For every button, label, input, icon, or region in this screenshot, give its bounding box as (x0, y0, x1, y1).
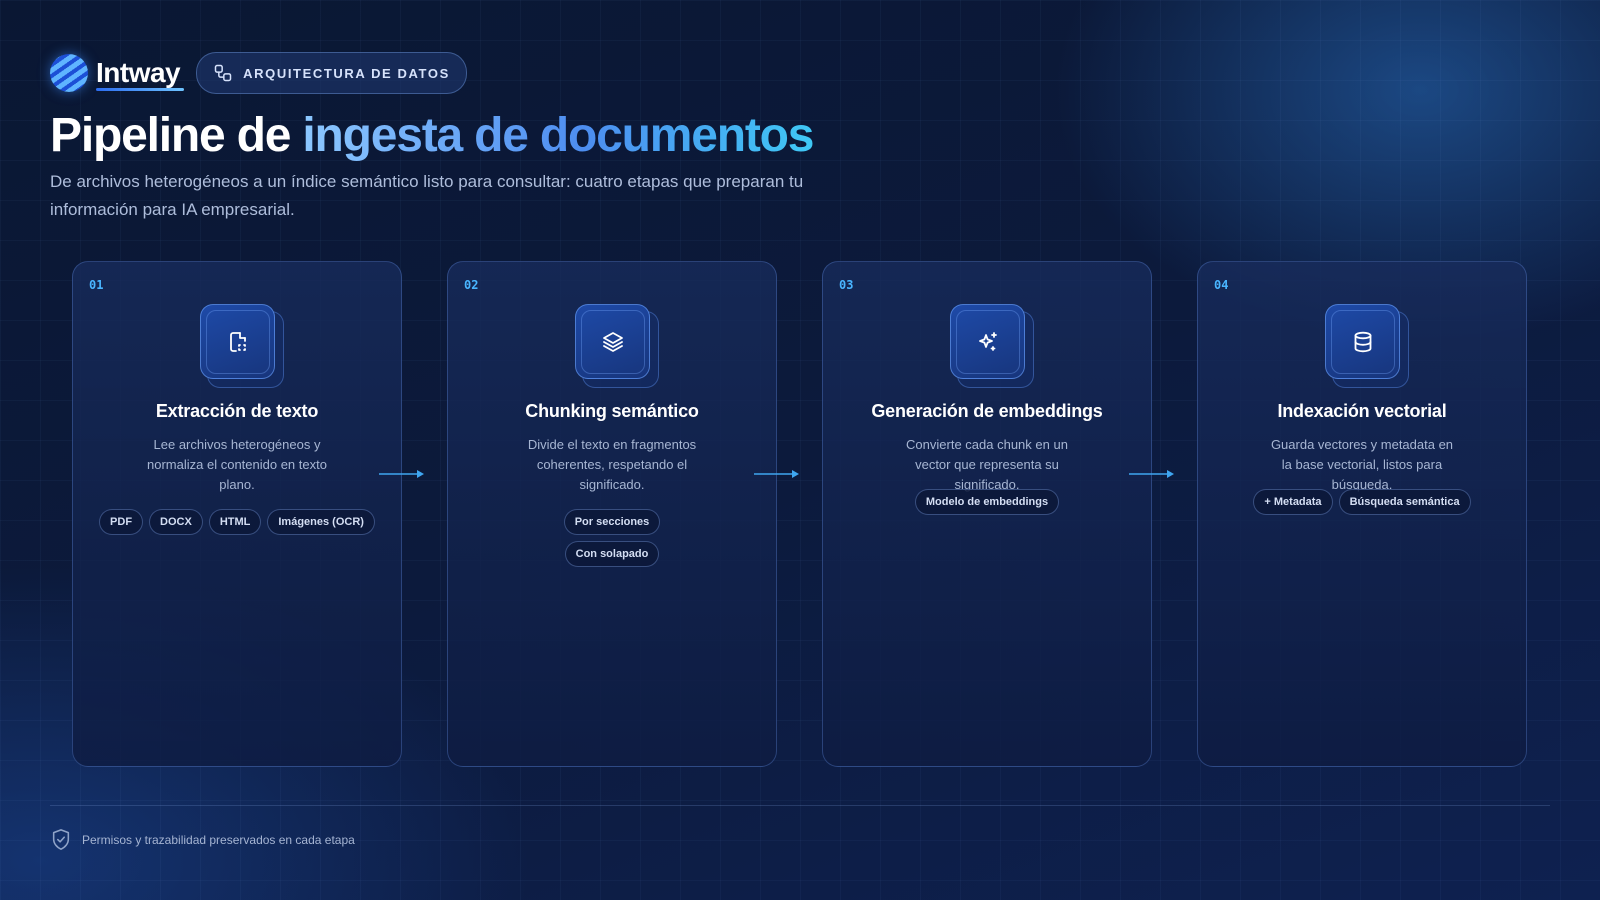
tag-chip: + Metadata (1253, 489, 1333, 515)
database-icon (1354, 331, 1371, 352)
workflow-icon (214, 64, 232, 82)
file-scan-icon (229, 331, 246, 352)
section-badge: ARQUITECTURA DE DATOS (196, 52, 467, 94)
step-card-indexacion: 04 Indexación vectorial Guarda vectores … (1197, 261, 1527, 767)
step-tags: + Metadata Búsqueda semántica (1212, 489, 1512, 515)
title-accent: ingesta de documentos (302, 109, 814, 162)
step-number: 02 (464, 278, 479, 292)
tag-chip: Búsqueda semántica (1338, 489, 1471, 515)
step-title: Extracción de texto (155, 401, 319, 421)
step-description: Lee archivos heterogéneos y normaliza el… (147, 437, 327, 492)
step-tags: Modelo de embeddings (837, 489, 1137, 515)
step-description: Guarda vectores y metadata en la base ve… (1270, 437, 1454, 492)
brand-logo[interactable]: Intway (50, 54, 185, 92)
tag-chip: Con solapado (564, 541, 660, 567)
arrow-right-icon (754, 470, 799, 478)
step-description: Convierte cada chunk en un vector que re… (906, 437, 1068, 492)
intway-sphere-logo-icon (50, 54, 88, 92)
page-title: Pipeline de ingesta de documentos (50, 108, 814, 163)
arrow-right-icon (1129, 470, 1174, 478)
tag-chip: DOCX (149, 509, 203, 535)
shield-check-icon (52, 829, 70, 850)
step-number: 04 (1214, 278, 1229, 292)
tag-chip: Por secciones (563, 509, 661, 535)
step-card-embeddings: 03 Generación de embeddings Convierte ca… (822, 261, 1152, 767)
page-subtitle: De archivos heterogéneos a un índice sem… (50, 172, 804, 219)
step-tags: PDF DOCX HTML Imágenes (OCR) (87, 509, 387, 535)
tag-chip: Imágenes (OCR) (267, 509, 375, 535)
layers-icon (602, 331, 623, 352)
step-title: Chunking semántico (525, 401, 699, 421)
sparkles-icon (978, 331, 997, 351)
step-tags: Por secciones Con solapado (462, 509, 762, 567)
step-title: Generación de embeddings (871, 401, 1103, 421)
badge-label: ARQUITECTURA DE DATOS (243, 65, 450, 81)
step-card-chunking: 02 Chunking semántico Divide el texto en… (447, 261, 777, 767)
tag-chip: HTML (208, 509, 262, 535)
header: Intway ARQUITECTURA DE DATOS (50, 52, 467, 94)
title-plain: Pipeline de (50, 109, 303, 162)
footer-divider (50, 805, 1550, 806)
brand-name: Intway (96, 57, 181, 88)
step-card-extraccion: 01 Extracción de texto Lee archivos hete… (72, 261, 402, 767)
step-number: 01 (89, 278, 104, 292)
brand-underline (96, 88, 185, 91)
footer-text: Permisos y trazabilidad preservados en c… (82, 833, 355, 847)
step-description: Divide el texto en fragmentos coherentes… (527, 437, 697, 492)
footer-note: Permisos y trazabilidad preservados en c… (50, 828, 355, 852)
step-number: 03 (839, 278, 854, 292)
step-title: Indexación vectorial (1277, 401, 1447, 421)
tag-chip: Modelo de embeddings (914, 489, 1060, 515)
arrow-right-icon (379, 470, 424, 478)
tag-chip: PDF (99, 509, 144, 535)
